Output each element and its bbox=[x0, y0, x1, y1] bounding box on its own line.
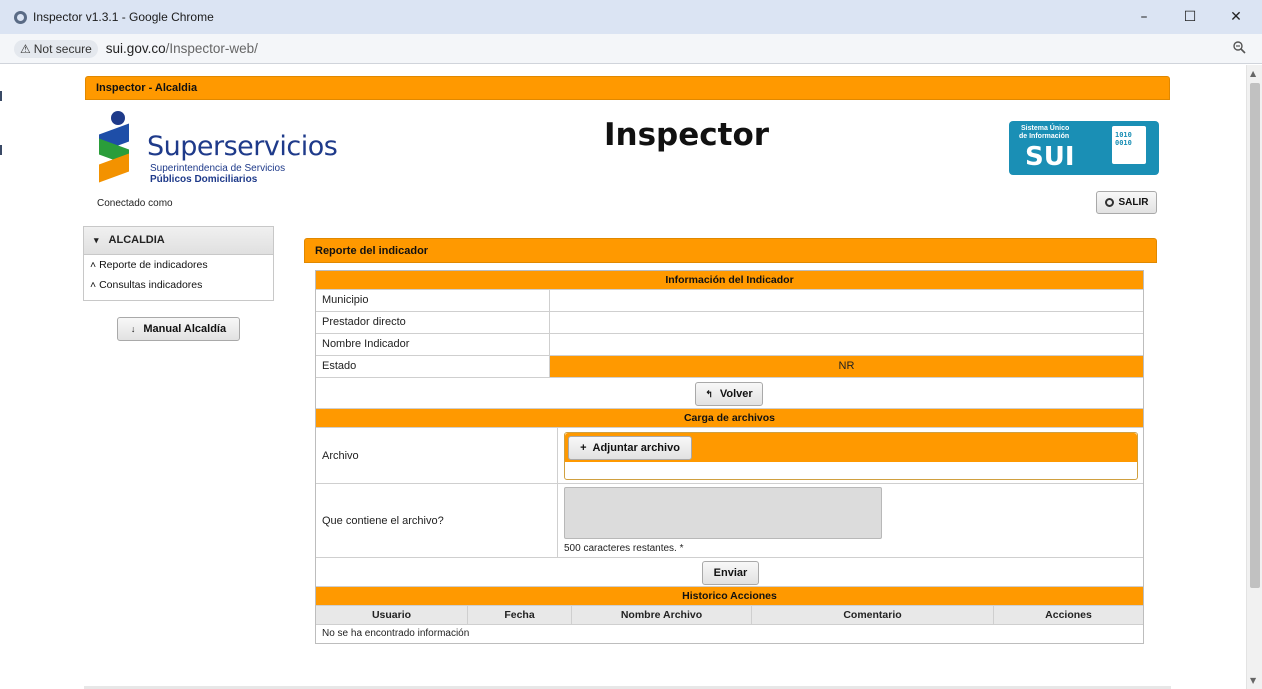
field-label: Prestador directo bbox=[316, 312, 550, 333]
address-bar: ⚠ Not secure sui.gov.co/Inspector-web/ bbox=[0, 34, 1262, 64]
logout-button[interactable]: SALIR bbox=[1096, 191, 1157, 214]
close-button[interactable]: ✕ bbox=[1213, 0, 1259, 34]
report-header: Reporte del indicador bbox=[304, 238, 1157, 263]
scroll-down-icon[interactable]: ▼ bbox=[1250, 676, 1256, 685]
file-label: Archivo bbox=[316, 428, 558, 483]
sidebar-menu: ▾ ALCALDIA ˄ Reporte de indicadores ˄ Con… bbox=[83, 226, 274, 301]
logo-sub1: Superintendencia de Servicios bbox=[150, 163, 286, 174]
info-section-header: Información del Indicador bbox=[316, 271, 1143, 290]
sui-big: SUI bbox=[1025, 142, 1075, 172]
url-path: /Inspector-web/ bbox=[165, 41, 258, 56]
sidebar-item-reporte[interactable]: ˄ Reporte de indicadores bbox=[84, 255, 273, 275]
warning-icon: ⚠ bbox=[20, 41, 31, 56]
description-textarea[interactable] bbox=[564, 487, 882, 539]
back-button[interactable]: ↰ Volver bbox=[695, 382, 763, 406]
status-badge: NR bbox=[550, 356, 1143, 377]
security-chip[interactable]: ⚠ Not secure bbox=[14, 39, 98, 58]
back-row: ↰ Volver bbox=[316, 378, 1143, 409]
manual-label: Manual Alcaldía bbox=[143, 323, 227, 335]
browser-titlebar: Inspector v1.3.1 - Google Chrome – ☐ ✕ bbox=[0, 0, 1262, 34]
download-icon: ↓ bbox=[130, 324, 136, 334]
content-row: Que contiene el archivo? 500 caracteres … bbox=[316, 484, 1143, 558]
logo-mark-orange bbox=[99, 153, 129, 183]
superservicios-logo: Superservicios Superintendencia de Servi… bbox=[95, 111, 338, 186]
maximize-button[interactable]: ☐ bbox=[1167, 0, 1213, 34]
chevron-up-icon: ˄ bbox=[90, 259, 100, 271]
window-title: Inspector v1.3.1 - Google Chrome bbox=[33, 10, 214, 24]
field-value bbox=[550, 290, 1143, 311]
zoom-icon[interactable] bbox=[1233, 41, 1246, 58]
sidebar-item-consultas[interactable]: ˄ Consultas indicadores bbox=[84, 275, 273, 295]
field-row: Prestador directo bbox=[316, 312, 1143, 334]
security-label: Not secure bbox=[33, 41, 92, 56]
logo-brand: Superservicios bbox=[147, 131, 338, 162]
page-viewport: Inspector - Alcaldia Superservicios Supe… bbox=[0, 65, 1246, 689]
send-button[interactable]: Enviar bbox=[702, 561, 759, 585]
content-cell: 500 caracteres restantes. * bbox=[558, 484, 1143, 557]
sui-logo: Sistema Único de Información SUI 1010 00… bbox=[1009, 121, 1159, 175]
column-header[interactable]: Usuario bbox=[316, 606, 468, 624]
field-value bbox=[550, 334, 1143, 355]
scrollbar-thumb[interactable] bbox=[1250, 83, 1260, 588]
history-empty-message: No se ha encontrado información bbox=[322, 628, 470, 639]
column-header[interactable]: Comentario bbox=[752, 606, 994, 624]
sidebar-item-label: Reporte de indicadores bbox=[99, 259, 208, 271]
edge-mark bbox=[0, 91, 2, 101]
field-row: Nombre Indicador bbox=[316, 334, 1143, 356]
sidebar-header-label: ALCALDIA bbox=[108, 234, 165, 246]
globe-icon bbox=[14, 10, 27, 24]
sui-line2: de Información bbox=[1019, 133, 1070, 140]
field-row: Municipio bbox=[316, 290, 1143, 312]
sidebar-item-label: Consultas indicadores bbox=[99, 279, 203, 291]
connected-as-label: Conectado como bbox=[97, 198, 173, 209]
field-label: Estado bbox=[316, 356, 550, 377]
sui-line1: Sistema Único bbox=[1021, 125, 1070, 132]
page-scrollbar[interactable]: ▲ ▼ bbox=[1246, 65, 1262, 689]
logo-sub2: Públicos Domiciliarios bbox=[150, 174, 258, 185]
field-label: Nombre Indicador bbox=[316, 334, 550, 355]
logo-dot bbox=[111, 111, 125, 125]
file-cell: + Adjuntar archivo bbox=[558, 428, 1143, 483]
attach-label: Adjuntar archivo bbox=[592, 442, 680, 454]
field-row: Estado NR bbox=[316, 356, 1143, 378]
history-table-header: Usuario Fecha Nombre Archivo Comentario … bbox=[316, 606, 1143, 625]
column-header[interactable]: Nombre Archivo bbox=[572, 606, 752, 624]
minimize-button[interactable]: – bbox=[1121, 0, 1167, 34]
sidebar-header[interactable]: ▾ ALCALDIA bbox=[84, 227, 273, 255]
power-icon bbox=[1104, 198, 1114, 207]
logout-label: SALIR bbox=[1118, 197, 1149, 208]
page-title: Inspector bbox=[604, 117, 770, 153]
column-header[interactable]: Fecha bbox=[468, 606, 572, 624]
field-label: Municipio bbox=[316, 290, 550, 311]
plus-icon: + bbox=[580, 442, 587, 454]
upload-section-header: Carga de archivos bbox=[316, 409, 1143, 428]
column-header[interactable]: Acciones bbox=[994, 606, 1143, 624]
back-label: Volver bbox=[719, 388, 753, 400]
attach-file-button[interactable]: + Adjuntar archivo bbox=[568, 436, 692, 460]
report-panel: Información del Indicador Municipio Pres… bbox=[315, 270, 1144, 644]
document-search-icon: 1010 0010 bbox=[1112, 126, 1146, 164]
edge-mark bbox=[0, 145, 2, 155]
scroll-up-icon[interactable]: ▲ bbox=[1250, 69, 1256, 78]
upload-bar: + Adjuntar archivo bbox=[565, 433, 1137, 462]
history-section-header: Historico Acciones bbox=[316, 587, 1143, 606]
field-value bbox=[550, 312, 1143, 333]
chevron-up-icon: ˄ bbox=[90, 279, 100, 291]
url-field[interactable]: sui.gov.co/Inspector-web/ bbox=[106, 41, 258, 56]
manual-button[interactable]: ↓ Manual Alcaldía bbox=[117, 317, 240, 341]
file-row: Archivo + Adjuntar archivo bbox=[316, 428, 1143, 484]
url-host: sui.gov.co bbox=[105, 41, 166, 56]
caret-down-icon: ▾ bbox=[94, 235, 99, 245]
content-label: Que contiene el archivo? bbox=[316, 484, 558, 557]
back-arrow-icon: ↰ bbox=[705, 388, 713, 399]
app-topbar: Inspector - Alcaldia bbox=[85, 76, 1170, 100]
file-upload-widget: + Adjuntar archivo bbox=[564, 432, 1138, 480]
send-row: Enviar bbox=[316, 558, 1143, 587]
chars-remaining: 500 caracteres restantes. * bbox=[564, 543, 684, 554]
